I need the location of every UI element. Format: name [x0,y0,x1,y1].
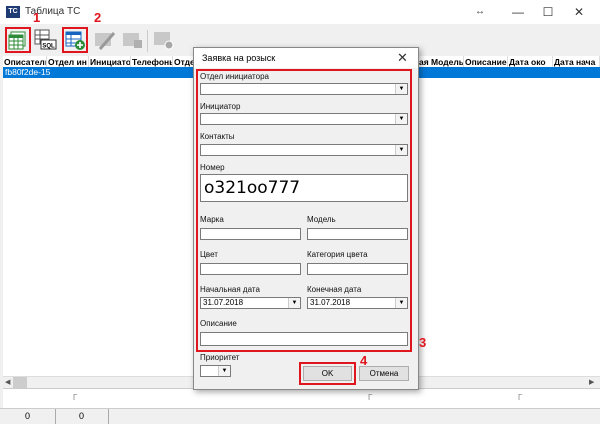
priority-combobox[interactable]: ▼ [200,365,231,377]
initiator-combobox[interactable]: ▼ [200,113,408,125]
scroll-left-icon[interactable]: ◀ [5,377,10,388]
contacts-label: Контакты [200,132,235,141]
sql-button[interactable]: SQL [32,27,58,53]
brand-label: Марка [200,215,224,224]
status-count: 0 [0,409,56,424]
ok-button[interactable]: OK [303,366,352,381]
color-label: Цвет [200,250,218,259]
delete-button[interactable] [120,27,146,53]
priority-label: Приоритет [200,353,240,362]
chevron-down-icon[interactable]: ▼ [288,298,300,308]
row-id-cell: fb80f2de-15 [5,67,51,77]
tables-button[interactable] [5,27,31,53]
sql-icon: SQL [34,29,57,50]
cancel-button[interactable]: Отмена [359,366,409,381]
start-date-label: Начальная дата [200,285,260,294]
chevron-down-icon[interactable]: ▼ [395,298,407,308]
brand-input[interactable] [200,228,301,240]
table-settings-icon [154,32,174,50]
delete-icon [123,33,142,48]
search-request-dialog: Заявка на розыск ✕ 3 Отдел инициатора ▼ … [193,47,426,390]
chevron-down-icon[interactable]: ▼ [395,114,407,124]
scrollbar-thumb[interactable] [13,377,27,388]
dept-combobox[interactable]: ▼ [200,83,408,95]
color-category-input[interactable] [307,263,408,275]
resize-arrows-icon: ↔ [475,6,485,17]
description-label: Описание [200,319,237,328]
add-request-button[interactable] [62,27,88,53]
number-label: Номер [200,163,225,172]
window-titlebar: TC Таблица ТС ↔ — ☐ ✕ [0,0,600,24]
description-input[interactable] [200,332,408,346]
model-input[interactable] [307,228,408,240]
end-date-value: 31.07.2018 [310,298,351,307]
end-date-picker[interactable]: 31.07.2018 ▼ [307,297,408,309]
edit-button[interactable] [92,27,118,53]
table-icon [8,31,26,50]
dialog-title: Заявка на розыск [202,53,276,63]
model-label: Модель [307,215,336,224]
chevron-down-icon[interactable]: ▼ [395,145,407,155]
footer-marker-icon: Γ [518,393,523,402]
fields-group-highlight [196,69,412,352]
end-date-label: Конечная дата [307,285,362,294]
edit-icon [95,32,116,50]
scroll-right-icon[interactable]: ▶ [589,377,594,388]
callout-3: 3 [419,335,427,350]
dialog-titlebar: Заявка на розыск ✕ [194,48,418,68]
start-date-picker[interactable]: 31.07.2018 ▼ [200,297,301,309]
initiator-label: Инициатор [200,102,241,111]
grid-footer: Γ Γ Γ [3,388,600,409]
dept-label: Отдел инициатора [200,72,269,81]
footer-marker-icon: Γ [368,393,373,402]
dialog-close-button[interactable]: ✕ [397,50,408,66]
chevron-down-icon[interactable]: ▼ [218,366,230,376]
toolbar-divider [147,30,148,52]
maximize-button[interactable]: ☐ [533,2,563,22]
number-input[interactable]: о321оо777 [200,174,408,202]
start-date-value: 31.07.2018 [203,298,244,307]
color-input[interactable] [200,263,301,275]
callout-2: 2 [94,10,102,25]
contacts-combobox[interactable]: ▼ [200,144,408,156]
footer-marker-icon: Γ [73,393,78,402]
close-button[interactable]: ✕ [564,2,594,22]
svg-text:SQL: SQL [42,44,55,50]
minimize-button[interactable]: — [503,2,533,22]
app-icon: TC [6,6,20,18]
callout-1: 1 [33,10,41,25]
status-count: 0 [55,409,109,424]
add-table-icon [65,31,85,50]
color-category-label: Категория цвета [307,250,368,259]
chevron-down-icon[interactable]: ▼ [395,84,407,94]
status-bar: 0 0 [0,408,600,424]
settings-button[interactable] [151,27,177,53]
